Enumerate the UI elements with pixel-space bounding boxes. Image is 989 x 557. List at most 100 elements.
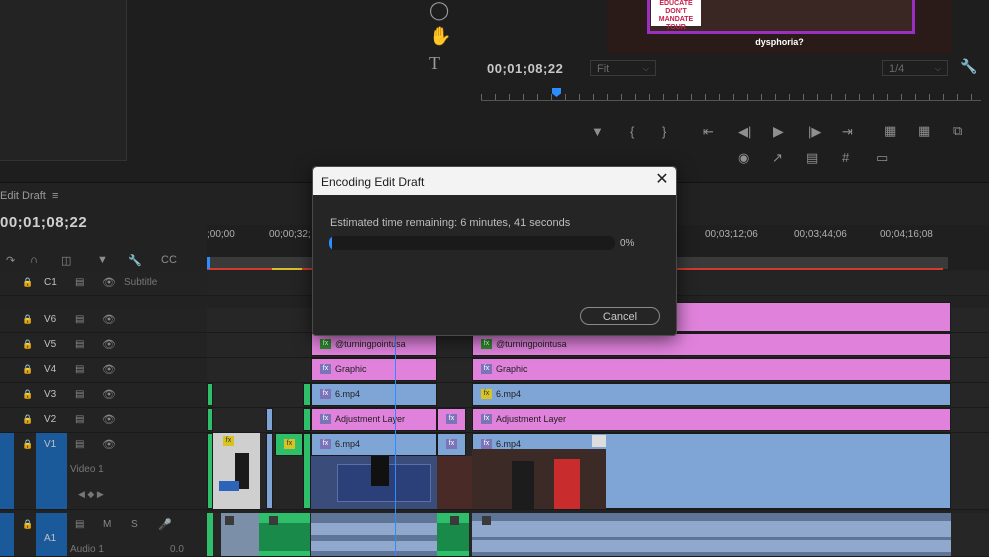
nest-icon[interactable]: ↷ xyxy=(6,254,15,267)
clip-v3-left[interactable]: fx 6.mp4 xyxy=(311,383,437,406)
lock-icon[interactable]: 🔒 xyxy=(22,439,33,450)
track-header-a1[interactable]: 🔒 A1 ▤ M S 🎤 Audio 1 0.0 xyxy=(0,513,207,557)
mark-out-icon[interactable]: } xyxy=(662,124,666,139)
fit-select[interactable]: Fit ⌵ xyxy=(590,60,656,76)
grid-icon[interactable]: # xyxy=(842,150,849,165)
toggle-sync-icon[interactable]: ▤ xyxy=(75,339,84,350)
extract-icon[interactable]: ▦ xyxy=(918,123,930,139)
clip-v2-small[interactable] xyxy=(266,408,273,431)
eye-icon[interactable]: 👁 xyxy=(102,413,116,426)
track-header-v4[interactable]: 🔒 V4 ▤ 👁 xyxy=(0,358,207,383)
toggle-sync-icon[interactable]: ▤ xyxy=(75,439,84,450)
audio-level[interactable]: 0.0 xyxy=(170,544,184,555)
share-icon[interactable]: ↗ xyxy=(772,150,783,166)
snap-icon[interactable]: ∩ xyxy=(30,254,38,266)
source-patch-a1[interactable] xyxy=(0,513,14,556)
track-header-v6[interactable]: 🔒 V6 ▤ 👁 xyxy=(0,308,207,333)
timeline-playhead-marker[interactable] xyxy=(207,257,210,269)
lock-icon[interactable]: 🔒 xyxy=(22,277,33,288)
close-icon[interactable]: ✕ xyxy=(653,171,671,189)
hand-tool-icon[interactable]: ✋ xyxy=(429,26,451,47)
mute-button[interactable]: M xyxy=(103,519,111,530)
clip-v2-mid[interactable]: fx xyxy=(437,408,466,431)
step-forward-icon[interactable]: |▶ xyxy=(808,124,821,140)
clip-v3-right[interactable]: fx 6.mp4 xyxy=(472,383,951,406)
sequence-tab[interactable]: Edit Draft ≡ xyxy=(0,190,58,202)
eye-icon[interactable]: 👁 xyxy=(102,338,116,351)
track-header-c1[interactable]: 🔒 C1 ▤ 👁 Subtitle xyxy=(0,271,207,296)
toggle-sync-icon[interactable]: ▤ xyxy=(75,414,84,425)
clip-v5-right[interactable]: fx @turningpointusa xyxy=(472,333,951,356)
type-tool-icon[interactable]: T xyxy=(429,53,440,74)
go-to-in-icon[interactable]: ⇤ xyxy=(703,124,714,140)
clip-v3-green[interactable] xyxy=(207,383,213,406)
lock-icon[interactable]: 🔒 xyxy=(22,364,33,375)
timeline-timecode[interactable]: 00;01;08;22 xyxy=(0,214,87,231)
toggle-sync-icon[interactable]: ▤ xyxy=(75,364,84,375)
track-header-v2[interactable]: 🔒 V2 ▤ 👁 xyxy=(0,408,207,433)
toggle-sync-icon[interactable]: ▤ xyxy=(75,389,84,400)
track-header-v1[interactable]: 🔒 V1 ▤ 👁 Video 1 ◀ ◆ ▶ xyxy=(0,433,207,510)
linked-selection-icon[interactable]: ◫ xyxy=(61,254,71,267)
lock-icon[interactable]: 🔒 xyxy=(22,389,33,400)
toggle-sync-icon[interactable]: ▤ xyxy=(75,519,84,530)
clip-v1-thumb-1[interactable]: fx xyxy=(213,433,260,509)
compare-view-icon[interactable]: ⧉ xyxy=(953,123,962,139)
add-marker-icon[interactable]: ▼ xyxy=(591,124,604,139)
eye-icon[interactable]: 👁 xyxy=(102,388,116,401)
source-patch-v1[interactable] xyxy=(0,433,14,509)
lift-icon[interactable]: ▦ xyxy=(884,123,896,139)
sequence-menu-icon[interactable]: ≡ xyxy=(52,190,58,202)
fullscreen-icon[interactable]: ▭ xyxy=(876,150,888,166)
clip-v1-thumb-3[interactable] xyxy=(437,456,472,509)
program-timecode[interactable]: 00;01;08;22 xyxy=(487,61,563,76)
track-header-v5[interactable]: 🔒 V5 ▤ 👁 xyxy=(0,333,207,358)
track-header-v3[interactable]: 🔒 V3 ▤ 👁 xyxy=(0,383,207,408)
wrench-icon[interactable]: 🔧 xyxy=(960,58,977,75)
keyframe-nav-icon[interactable]: ◀ ◆ ▶ xyxy=(78,489,104,500)
export-frame-camera-icon[interactable]: ◉ xyxy=(738,150,749,166)
audio-waveforms[interactable] xyxy=(207,513,951,556)
eye-icon[interactable]: 👁 xyxy=(102,276,116,289)
eye-icon[interactable]: 👁 xyxy=(102,363,116,376)
lock-icon[interactable]: 🔒 xyxy=(22,519,33,530)
fx-badge-icon: fx xyxy=(481,364,492,374)
solo-button[interactable]: S xyxy=(131,519,138,530)
lock-icon[interactable]: 🔒 xyxy=(22,339,33,350)
safe-margins-icon[interactable]: ▤ xyxy=(806,150,818,166)
eye-icon[interactable]: 👁 xyxy=(102,313,116,326)
mark-in-icon[interactable]: { xyxy=(630,124,634,139)
fx-badge-icon: fx xyxy=(481,439,492,449)
clip-v2-right[interactable]: fx Adjustment Layer xyxy=(472,408,951,431)
clip-v1-green-2[interactable]: fx xyxy=(275,433,303,456)
toggle-sync-icon[interactable]: ▤ xyxy=(75,314,84,325)
lock-icon[interactable]: 🔒 xyxy=(22,414,33,425)
clip-v2-green[interactable] xyxy=(303,408,311,431)
captions-icon[interactable]: CC xyxy=(161,254,177,266)
resolution-select[interactable]: 1/4 ⌵ xyxy=(882,60,948,76)
clip-v5-left[interactable]: fx @turningpointusa xyxy=(311,333,437,356)
ellipse-tool-icon[interactable]: ◯ xyxy=(429,0,449,21)
play-icon[interactable]: ▶ xyxy=(773,123,784,140)
go-to-out-icon[interactable]: ⇥ xyxy=(842,124,853,140)
clip-v1-green-3[interactable] xyxy=(303,433,311,509)
clip-v4-left[interactable]: fx Graphic xyxy=(311,358,437,381)
clip-v3-green[interactable] xyxy=(303,383,311,406)
clip-v2-green[interactable] xyxy=(207,408,213,431)
toggle-sync-icon[interactable]: ▤ xyxy=(75,277,84,288)
clip-v1-mid[interactable]: fx xyxy=(437,433,466,456)
clip-v1-small[interactable] xyxy=(266,433,273,509)
step-back-icon[interactable]: ◀| xyxy=(738,124,751,140)
clip-v2-left[interactable]: fx Adjustment Layer xyxy=(311,408,437,431)
eye-icon[interactable]: 👁 xyxy=(102,438,116,451)
clip-v1-thumb-4[interactable] xyxy=(472,449,606,509)
clip-v4-right[interactable]: fx Graphic xyxy=(472,358,951,381)
clip-v1-left[interactable]: fx 6.mp4 xyxy=(311,433,437,456)
add-marker-icon[interactable]: ▼ xyxy=(97,254,108,266)
timeline-settings-wrench-icon[interactable]: 🔧 xyxy=(128,254,142,267)
cancel-button[interactable]: Cancel xyxy=(580,307,660,325)
lock-icon[interactable]: 🔒 xyxy=(22,314,33,325)
microphone-icon[interactable]: 🎤 xyxy=(158,518,172,531)
track-label: Audio 1 xyxy=(70,544,104,555)
clip-v1-thumb-2[interactable] xyxy=(311,456,437,509)
